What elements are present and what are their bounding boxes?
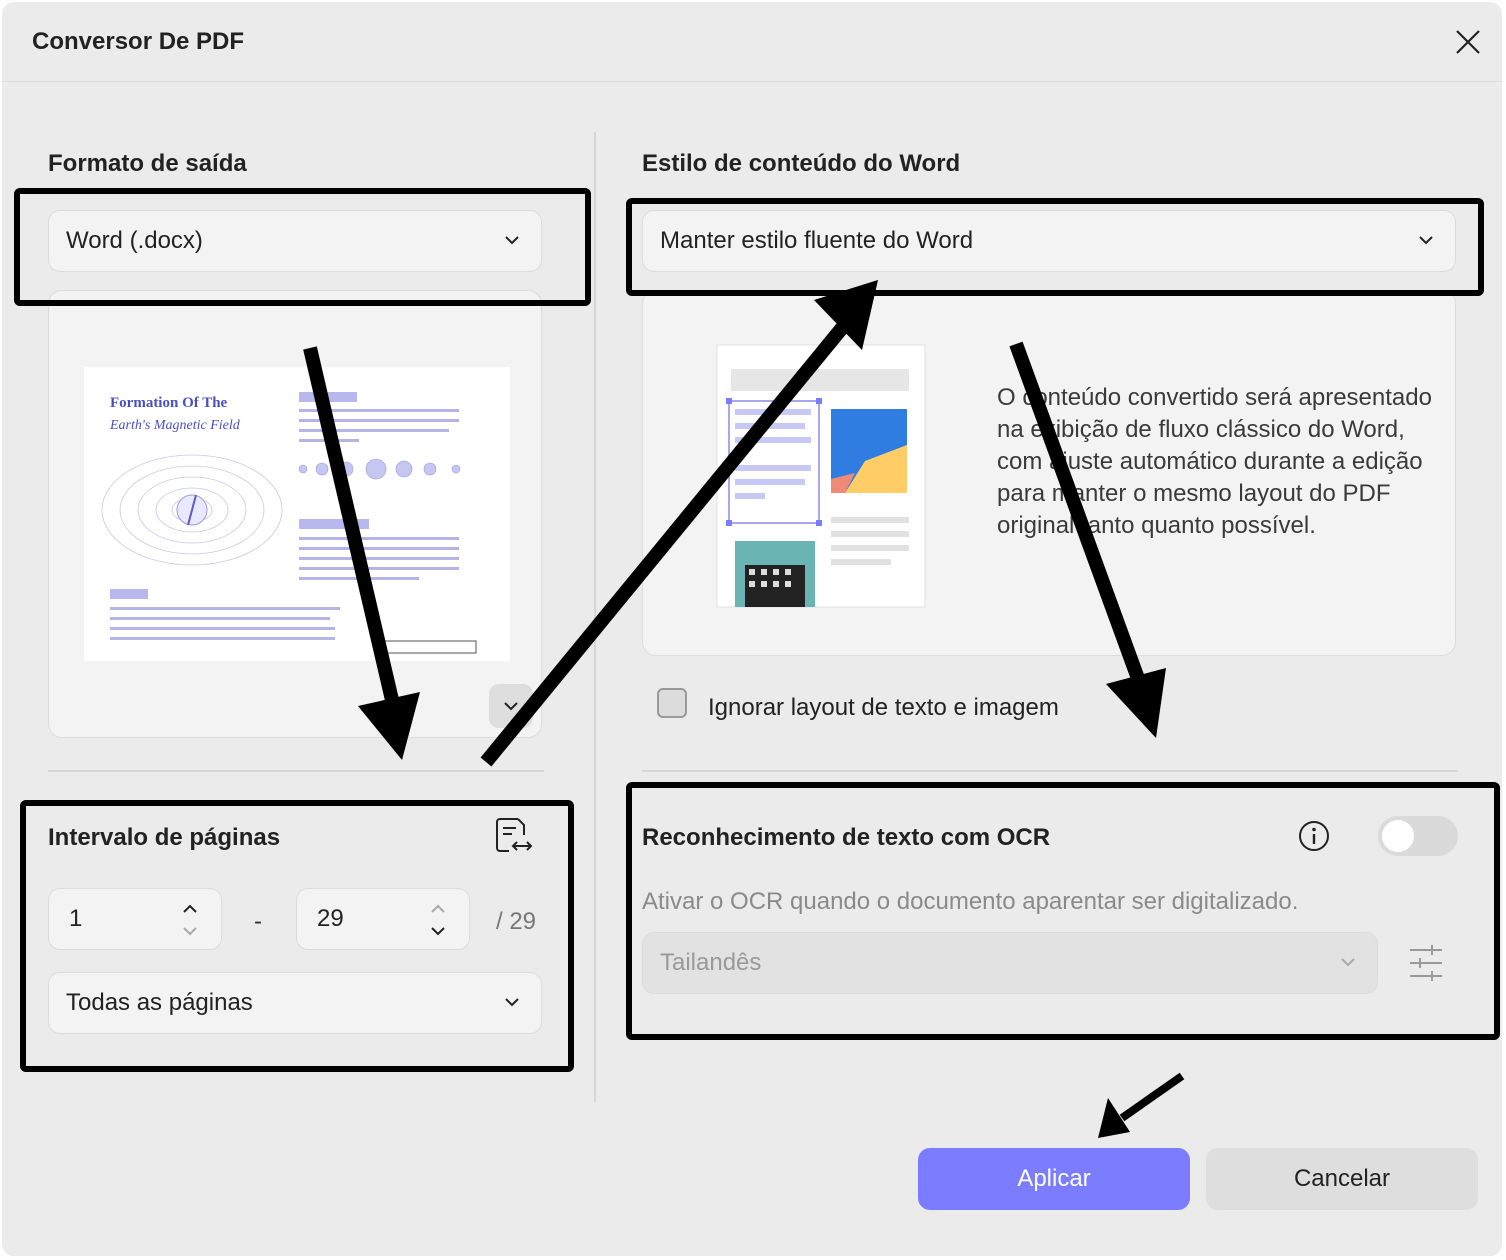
info-icon[interactable] [1298,820,1330,852]
apply-button[interactable]: Aplicar [918,1148,1190,1210]
pdf-converter-dialog: Conversor De PDF Formato de saída Word (… [2,2,1502,1256]
page-subset-value: Todas as páginas [66,989,253,1016]
stepper-arrows-icon[interactable] [429,901,447,939]
preview-expand-button[interactable] [489,684,533,728]
output-format-value: Word (.docx) [66,227,203,254]
page-range-title: Intervalo de páginas [48,824,281,851]
word-style-value: Manter estilo fluente do Word [660,227,974,254]
column-divider [594,132,596,1102]
preview-title-line2: Earth's Magnetic Field [109,418,241,433]
document-preview-thumbnail: Formation Of The Earth's Magnetic Field [84,367,510,661]
close-icon[interactable] [1450,24,1486,60]
title-bar: Conversor De PDF [2,2,1502,82]
chevron-down-icon [1419,236,1433,245]
dialog-title: Conversor De PDF [32,28,245,55]
word-layout-illustration [716,344,926,608]
right-divider [642,770,1458,772]
chevron-down-icon [504,702,518,711]
output-format-title: Formato de saída [48,150,247,177]
preview-title-line1: Formation Of The [110,395,228,411]
chevron-down-icon [505,236,519,245]
ocr-hint: Ativar o OCR quando o documento aparenta… [642,888,1299,915]
page-range-swap-icon[interactable] [494,816,534,856]
output-format-select[interactable]: Word (.docx) [48,210,542,272]
ocr-toggle[interactable] [1378,816,1458,856]
document-preview-card: Formation Of The Earth's Magnetic Field [48,290,542,738]
page-subset-select[interactable]: Todas as páginas [48,972,542,1034]
page-range-separator: - [254,908,262,935]
ocr-language-value: Tailandês [660,949,762,976]
sliders-settings-icon[interactable] [1408,944,1444,982]
word-style-title: Estilo de conteúdo do Word [642,150,961,177]
ocr-title: Reconhecimento de texto com OCR [642,824,1051,851]
page-to-input[interactable]: 29 [296,888,470,950]
ocr-language-select[interactable]: Tailandês [642,932,1378,994]
page-to-value: 29 [317,905,344,932]
page-total: / 29 [496,908,537,935]
left-divider [48,770,544,772]
stepper-arrows-icon[interactable] [181,901,199,939]
ocr-toggle-knob [1382,820,1414,852]
chevron-down-icon [505,998,519,1007]
word-style-select[interactable]: Manter estilo fluente do Word [642,210,1456,272]
page-from-input[interactable]: 1 [48,888,222,950]
ignore-layout-checkbox[interactable] [657,688,687,718]
page-from-value: 1 [69,905,83,932]
word-style-description: O conteúdo convertido será apresentado n… [997,384,1432,539]
cancel-button[interactable]: Cancelar [1206,1148,1478,1210]
ignore-layout-label[interactable]: Ignorar layout de texto e imagem [708,694,1059,722]
chevron-down-icon [1341,958,1355,967]
